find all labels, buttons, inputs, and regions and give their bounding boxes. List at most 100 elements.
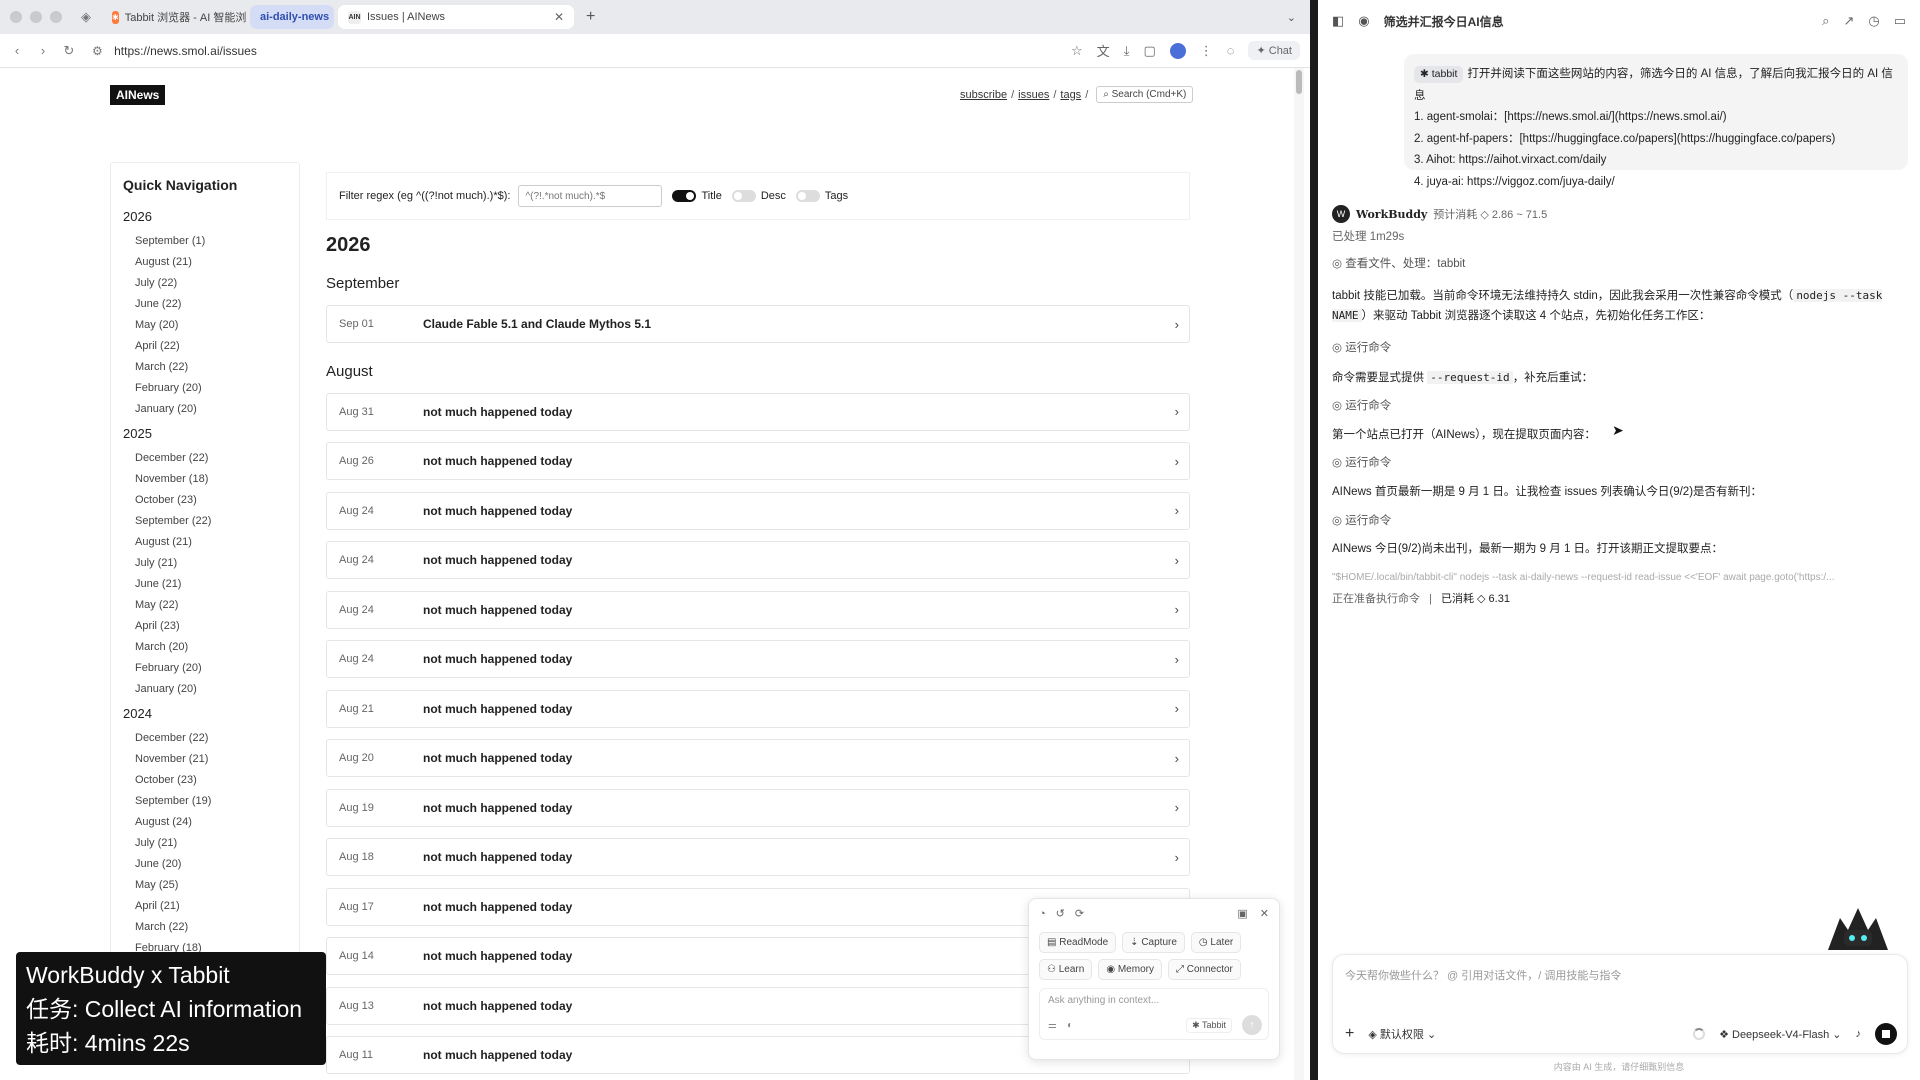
download-icon[interactable]: ⤓ (1124, 43, 1130, 59)
quick-nav-month-link[interactable]: July (21) (123, 833, 287, 854)
issue-row[interactable]: Aug 24 not much happened today › (326, 590, 1190, 629)
quick-nav-month-link[interactable]: September (1) (123, 231, 287, 252)
add-icon[interactable]: + (1345, 1025, 1354, 1043)
scrollbar-thumb[interactable] (1296, 70, 1302, 94)
quick-nav-month-link[interactable]: June (20) (123, 854, 287, 875)
quick-nav-month-link[interactable]: October (23) (123, 770, 287, 791)
quick-nav-month-link[interactable]: July (22) (123, 273, 287, 294)
tab-tabbit[interactable]: ✱ Tabbit 浏览器 - AI 智能浏览器 (102, 5, 246, 29)
share-icon[interactable]: ↗ (1843, 13, 1854, 29)
later-chip[interactable]: ◷ Later (1190, 932, 1242, 953)
quick-nav-month-link[interactable]: September (22) (123, 511, 287, 532)
issue-row[interactable]: Aug 31 not much happened today › (326, 392, 1190, 431)
issue-row[interactable]: Aug 24 not much happened today › (326, 541, 1190, 579)
new-tab-icon[interactable]: + (586, 8, 595, 26)
tab-list-chevron-icon[interactable]: ⌄ (1287, 11, 1296, 24)
quick-nav-month-link[interactable]: May (25) (123, 875, 287, 896)
site-info-icon[interactable]: ⚙ (92, 44, 103, 58)
more-menu-icon[interactable]: ⋮ (1200, 43, 1213, 59)
filter-regex-input[interactable] (518, 185, 663, 207)
composer-input[interactable]: 今天帮你做些什么？ @ 引用对话文件，/ 调用技能与指令 (1345, 967, 1621, 983)
readmode-chip[interactable]: ▤ ReadMode (1039, 932, 1117, 953)
quick-nav-month-link[interactable]: January (20) (123, 399, 287, 420)
capture-chip[interactable]: ⇣ Capture (1122, 932, 1185, 953)
back-icon[interactable]: ‹ (4, 43, 30, 58)
quick-nav-month-link[interactable]: August (21) (123, 252, 287, 273)
maximize-window-button[interactable] (50, 11, 62, 23)
run-command-3[interactable]: ◎ 运行命令 (1332, 454, 1908, 473)
quick-nav-month-link[interactable]: July (21) (123, 553, 287, 574)
quick-nav-month-link[interactable]: June (21) (123, 574, 287, 595)
quick-nav-month-link[interactable]: November (21) (123, 749, 287, 770)
quick-nav-month-link[interactable]: April (23) (123, 616, 287, 637)
connector-chip[interactable]: ⤢ Connector (1167, 959, 1241, 980)
issue-row[interactable]: Aug 20 not much happened today › (326, 739, 1190, 777)
quick-nav-month-link[interactable]: April (22) (123, 336, 287, 357)
quick-nav-month-link[interactable]: June (22) (123, 294, 287, 315)
site-logo[interactable]: AINews (110, 85, 166, 105)
close-window-button[interactable] (10, 11, 22, 23)
model-selector[interactable]: ❖ Deepseek-V4-Flash ⌄ (1719, 1028, 1841, 1041)
permission-selector[interactable]: ◈ 默认权限 ⌄ (1368, 1026, 1436, 1042)
chat-button[interactable]: ✦ Chat (1248, 41, 1300, 60)
url-field[interactable]: ⚙ https://news.smol.ai/issues (92, 44, 257, 58)
tabbit-selector[interactable]: ✱ Tabbit (1186, 1017, 1232, 1033)
quick-nav-month-link[interactable]: May (22) (123, 595, 287, 616)
close-tab-icon[interactable]: ✕ (554, 10, 564, 24)
quick-nav-year[interactable]: 2025 (123, 424, 287, 444)
split-divider[interactable] (1310, 0, 1318, 1080)
reload-icon[interactable]: ↻ (56, 43, 82, 59)
learn-chip[interactable]: ⚇ Learn (1039, 959, 1093, 980)
expand-icon[interactable]: ▣ (1237, 907, 1247, 920)
forward-icon[interactable]: › (30, 43, 56, 58)
desc-toggle[interactable] (731, 190, 756, 202)
run-command-1[interactable]: ◎ 运行命令 (1332, 339, 1908, 358)
history-clock-icon[interactable]: ◷ (1868, 13, 1879, 29)
hint-icon[interactable]: ◌ (1227, 43, 1235, 58)
issue-row[interactable]: Sep 01 Claude Fable 5.1 and Claude Mythos… (326, 305, 1190, 343)
quick-nav-month-link[interactable]: May (20) (123, 315, 287, 336)
issues-link[interactable]: issues (1018, 89, 1049, 101)
clip-icon[interactable]: ◐ (1067, 1020, 1073, 1031)
quick-nav-month-link[interactable]: April (21) (123, 896, 287, 917)
quick-nav-month-link[interactable]: March (22) (123, 917, 287, 938)
page-scrollbar[interactable] (1294, 68, 1304, 1080)
chat-bubble-icon[interactable]: ◔ (1039, 908, 1046, 920)
quick-nav-month-link[interactable]: February (20) (123, 658, 287, 679)
microphone-icon[interactable]: ♪ (1856, 1028, 1862, 1040)
tab-group-ai-daily-news[interactable]: ai-daily-news (250, 5, 334, 29)
subscribe-link[interactable]: subscribe (960, 89, 1007, 101)
stop-button[interactable] (1875, 1023, 1897, 1045)
issue-row[interactable]: Aug 26 not much happened today › (326, 442, 1190, 480)
issue-row[interactable]: Aug 24 not much happened today › (326, 491, 1190, 530)
close-icon[interactable]: ✕ (1260, 907, 1269, 920)
quick-nav-month-link[interactable]: September (19) (123, 791, 287, 812)
run-command-4[interactable]: ◎ 运行命令 (1332, 512, 1908, 531)
refresh-icon[interactable]: ⟳ (1075, 907, 1084, 920)
quick-nav-month-link[interactable]: August (21) (123, 532, 287, 553)
history-icon[interactable]: ↺ (1056, 907, 1065, 920)
tags-link[interactable]: tags (1060, 89, 1081, 101)
quick-nav-month-link[interactable]: December (22) (123, 448, 287, 469)
panel-layout-icon[interactable]: ▭ (1894, 13, 1906, 29)
quick-nav-month-link[interactable]: November (18) (123, 469, 287, 490)
mini-ask-input[interactable]: Ask anything in context... ⚌ ◐ ✱ Tabbit … (1039, 988, 1269, 1040)
memory-chip[interactable]: ◉ Memory (1098, 959, 1162, 980)
minimize-window-button[interactable] (30, 11, 42, 23)
extensions-icon[interactable]: ▢ (1143, 43, 1155, 59)
tool-view-files[interactable]: ◎ 查看文件、处理：tabbit (1332, 255, 1908, 274)
quick-nav-month-link[interactable]: February (20) (123, 378, 287, 399)
quick-nav-month-link[interactable]: March (20) (123, 637, 287, 658)
settings-sliders-icon[interactable]: ⚌ (1048, 1020, 1057, 1031)
tab-group-icon[interactable]: ◈ (78, 9, 94, 25)
site-search-button[interactable]: ⌕ Search (Cmd+K) (1096, 86, 1194, 103)
run-command-2[interactable]: ◎ 运行命令 (1332, 397, 1908, 416)
tags-toggle[interactable] (795, 190, 820, 202)
quick-nav-year[interactable]: 2026 (123, 207, 287, 227)
quick-nav-year[interactable]: 2024 (123, 704, 287, 724)
tab-issues-ainews[interactable]: AIN Issues | AINews ✕ (338, 5, 574, 29)
sidebar-toggle-icon[interactable]: ◧ (1332, 13, 1344, 29)
bookmark-star-icon[interactable]: ☆ (1071, 43, 1083, 59)
quick-nav-month-link[interactable]: March (22) (123, 357, 287, 378)
issue-row[interactable]: Aug 19 not much happened today › (326, 788, 1190, 827)
